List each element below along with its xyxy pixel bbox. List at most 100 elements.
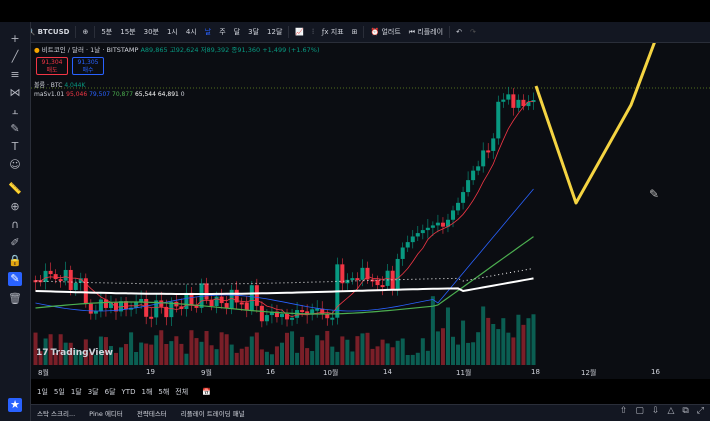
timeframe-7[interactable]: 달 (230, 27, 244, 37)
replay-button[interactable]: ⏮ 리플레이 (405, 27, 447, 37)
star-icon[interactable]: ★ (8, 398, 22, 412)
x-tick-label: 10월 (323, 369, 339, 377)
volume-bar (461, 320, 466, 365)
add-symbol-icon[interactable]: ⊕ (78, 28, 92, 36)
volume-legend: 볼륨 · BTC 4,044K (34, 82, 86, 89)
volume-bar (445, 307, 450, 365)
timeframe-2[interactable]: 30분 (140, 27, 163, 37)
timeframe-5[interactable]: 날 (201, 27, 215, 37)
x-tick-label: 18 (531, 368, 540, 376)
screenshot-icon[interactable]: ⧉ (682, 406, 688, 416)
hand-drawn-v-line (534, 32, 660, 205)
candle-body (139, 299, 144, 302)
chart-type-icon[interactable]: 📈 (291, 28, 308, 36)
range-button-0[interactable]: 1일 (37, 387, 48, 397)
brush-icon[interactable]: ✎ (8, 122, 22, 136)
triangle-icon[interactable]: △ (667, 406, 674, 416)
range-button-1[interactable]: 5일 (54, 387, 65, 397)
range-button-7[interactable]: 5해 (158, 387, 169, 397)
volume-bar (440, 328, 445, 365)
candle-body (461, 192, 466, 203)
volume-bar (234, 352, 239, 365)
candle-body (330, 317, 335, 320)
magnet-icon[interactable]: ∩ (8, 218, 22, 232)
volume-bar (209, 345, 214, 365)
emoji-icon[interactable]: ☺ (8, 158, 22, 172)
volume-bar (345, 339, 350, 365)
volume-bar (199, 341, 204, 365)
candle-body (279, 314, 284, 318)
volume-bar (315, 335, 320, 365)
volume-bar (219, 332, 224, 365)
range-button-5[interactable]: YTD (122, 388, 136, 396)
volume-bar (325, 330, 330, 365)
bottom-tab-0[interactable]: 스탁 스크리... (37, 408, 75, 418)
ruler-icon[interactable]: 📏 (8, 182, 22, 196)
timeframe-9[interactable]: 12달 (263, 27, 286, 37)
compare-icon[interactable]: ⫶ (308, 28, 318, 37)
volume-bar (214, 349, 219, 365)
expand-icon[interactable]: ⤢ (697, 406, 704, 416)
timeframe-1[interactable]: 15분 (116, 27, 139, 37)
symbol-title: 비트코인 / 달러 · 1날 · BITSTAMP (41, 46, 139, 54)
ohlc-open: A89,865 (140, 46, 168, 54)
pattern-icon[interactable]: ⋈ (8, 86, 22, 100)
text-icon[interactable]: T (8, 140, 22, 154)
volume-bar (229, 344, 234, 365)
bottom-tab-1[interactable]: Pine 에디터 (89, 408, 123, 418)
crosshair-icon[interactable]: + (8, 32, 22, 46)
candle-body (516, 99, 521, 108)
square-icon[interactable]: ▢ (635, 406, 644, 416)
undo-icon[interactable]: ↶ (452, 28, 466, 36)
candle-body (300, 310, 305, 313)
sell-button[interactable]: 91,304 매도 (36, 57, 68, 75)
volume-bar (119, 347, 124, 365)
volume-bar (425, 350, 430, 365)
timeframe-8[interactable]: 3달 (244, 27, 263, 37)
volume-bar (264, 351, 269, 365)
trend-line-icon[interactable]: ╱ (8, 50, 22, 64)
volume-bar (310, 351, 315, 365)
volume-bar (486, 317, 491, 365)
calendar-icon[interactable]: 📅 (202, 388, 211, 396)
volume-bar (134, 351, 139, 365)
range-button-2[interactable]: 1달 (71, 387, 82, 397)
ma-line-white (35, 277, 534, 295)
pencil-lock-icon[interactable]: ✐ (8, 236, 22, 250)
range-button-4[interactable]: 6달 (105, 387, 116, 397)
time-axis[interactable]: 8월 19 9월 16 10월 14 11월 18 12월 16 (31, 365, 710, 379)
redo-icon[interactable]: ↷ (466, 28, 480, 36)
arrow-up-icon[interactable]: ⇧ (620, 406, 628, 416)
candle-body (466, 180, 471, 193)
drawing-toolbar: + ╱ ≡ ⋈ ⫠ ✎ T ☺ 📏 ⊕ ∩ ✐ 🔒 ✎ 🗑 ★ (0, 22, 31, 421)
bottom-tab-2[interactable]: 전략테스터 (137, 408, 167, 418)
fib-icon[interactable]: ≡ (8, 68, 22, 82)
indicators-button[interactable]: ƒx 지표 (318, 27, 348, 37)
volume-bar (149, 344, 154, 365)
arrow-down-icon[interactable]: ⇩ (652, 406, 660, 416)
projection-icon[interactable]: ⫠ (8, 104, 22, 118)
templates-icon[interactable]: ⊞ (348, 28, 362, 36)
timeframe-0[interactable]: 5분 (97, 27, 116, 37)
bottom-tab-3[interactable]: 리플레이 트레이딩 패널 (181, 408, 245, 418)
range-button-6[interactable]: 1해 (141, 387, 152, 397)
candle-body (43, 270, 48, 283)
alert-button[interactable]: ⏰ 얼러트 (366, 27, 404, 37)
trash-icon[interactable]: 🗑 (8, 292, 22, 306)
volume-bar (254, 332, 259, 365)
timeframe-3[interactable]: 1시 (163, 27, 182, 37)
x-tick-label: 12월 (581, 369, 597, 377)
zoom-icon[interactable]: ⊕ (8, 200, 22, 214)
timeframe-4[interactable]: 4시 (182, 27, 201, 37)
buy-button[interactable]: 91,305 매수 (72, 57, 104, 75)
lock-icon[interactable]: 🔒 (8, 254, 22, 268)
visibility-icon[interactable]: ✎ (8, 272, 22, 286)
volume-bar (375, 346, 380, 365)
range-button-3[interactable]: 3달 (88, 387, 99, 397)
range-button-8[interactable]: 전체 (175, 387, 188, 397)
tradingview-watermark: 17 TradingView (36, 348, 113, 358)
volume-bar (279, 342, 284, 365)
timeframe-6[interactable]: 주 (215, 27, 229, 37)
candle-body (405, 242, 410, 248)
top-toolbar: 💎11 🔍 BTCUSD ⊕ 5분15분30분1시4시날주달3달12달 📈 ⫶ … (0, 22, 710, 43)
